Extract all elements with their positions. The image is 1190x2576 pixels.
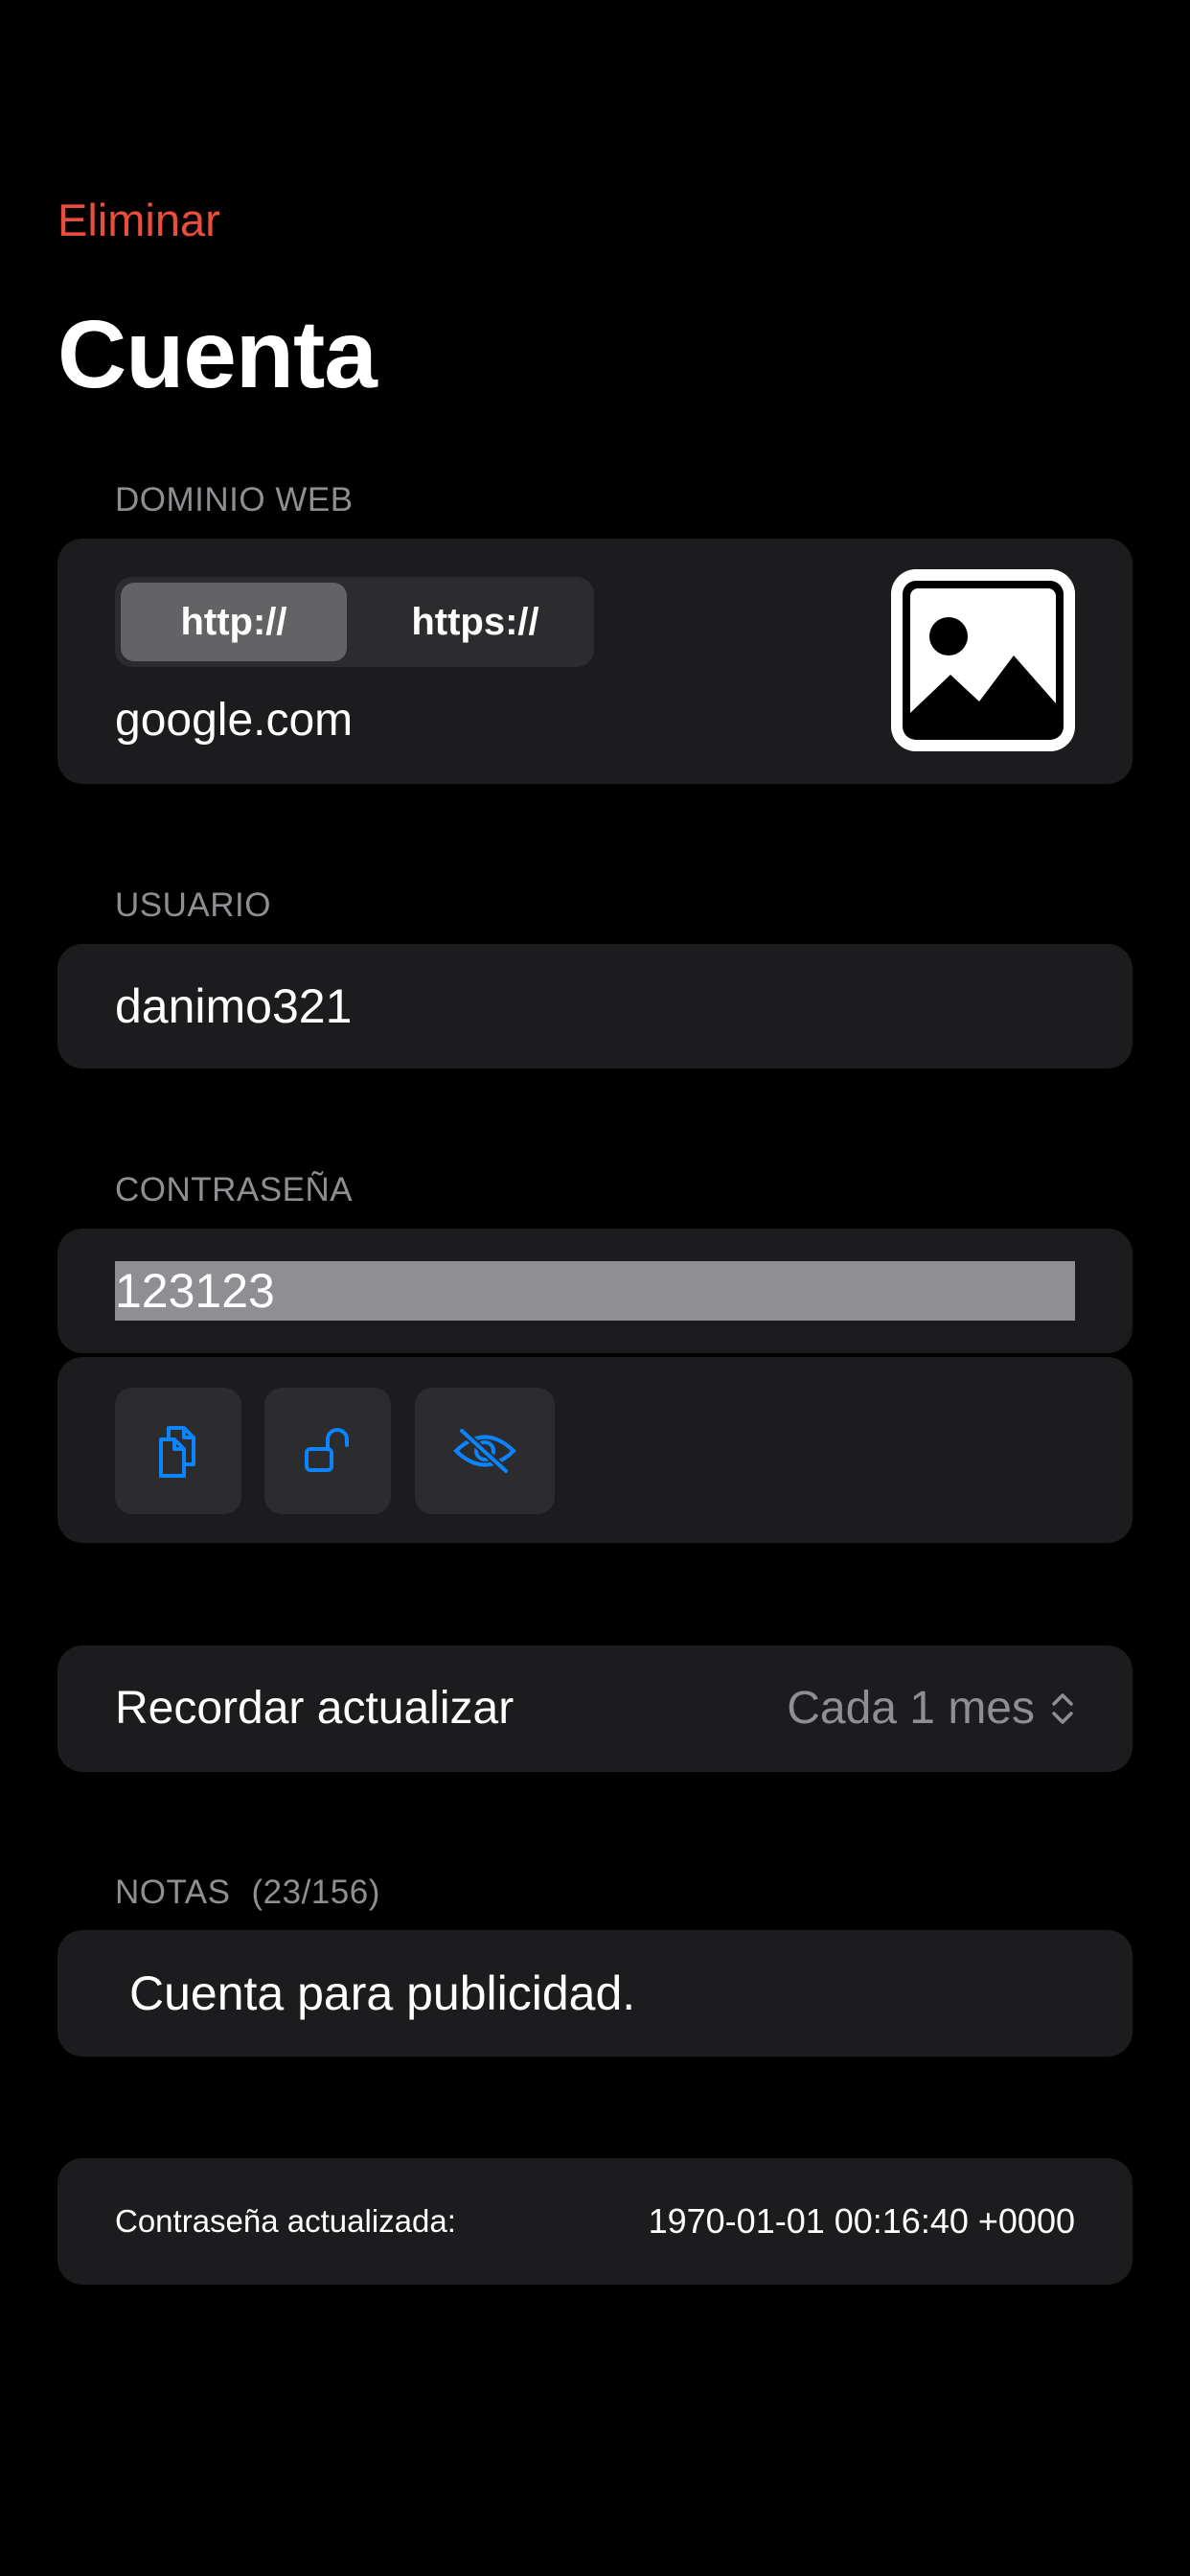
updated-label: Contraseña actualizada: (115, 2203, 456, 2239)
photo-placeholder-icon[interactable] (891, 569, 1075, 751)
domain-section-label: DOMINIO WEB (115, 481, 354, 518)
domain-card: http:// https:// google.com (57, 539, 1133, 784)
protocol-segmented-control: http:// https:// (115, 577, 594, 667)
copy-password-button[interactable] (115, 1388, 241, 1514)
delete-button[interactable]: Eliminar (57, 192, 220, 249)
reminder-value: Cada 1 mes (787, 1683, 1035, 1734)
user-section-label: USUARIO (115, 886, 271, 924)
protocol-http-segment[interactable]: http:// (121, 583, 347, 661)
toggle-visibility-button[interactable] (415, 1388, 555, 1514)
notes-field[interactable]: Cuenta para publicidad. (129, 1963, 635, 2024)
domain-input[interactable]: google.com (115, 690, 353, 751)
notes-section-header: NOTAS (23/156) (115, 1872, 380, 1914)
page-title: Cuenta (57, 301, 378, 408)
user-card: danimo321 (57, 944, 1133, 1069)
username-field[interactable]: danimo321 (115, 976, 352, 1037)
copy-documents-icon (159, 1426, 195, 1478)
reminder-card[interactable]: Recordar actualizar Cada 1 mes (57, 1645, 1133, 1772)
password-actions-card (57, 1357, 1133, 1543)
updated-card: Contraseña actualizada: 1970-01-01 00:16… (57, 2158, 1133, 2285)
reminder-label: Recordar actualizar (115, 1683, 515, 1734)
reminder-picker[interactable]: Cada 1 mes (787, 1678, 1075, 1739)
unlock-icon (305, 1428, 349, 1472)
chevron-up-down-icon (1052, 1693, 1073, 1724)
password-card: 123123 (57, 1229, 1133, 1353)
notes-card: Cuenta para publicidad. (57, 1930, 1133, 2057)
password-section-label: CONTRASEÑA (115, 1171, 354, 1208)
eye-slash-icon (453, 1428, 516, 1474)
protocol-https-segment[interactable]: https:// (362, 583, 588, 661)
password-field[interactable]: 123123 (115, 1261, 275, 1321)
notes-counter: (23/156) (251, 1874, 380, 1911)
notes-section-label: NOTAS (115, 1874, 231, 1911)
updated-timestamp: 1970-01-01 00:16:40 +0000 (648, 2201, 1075, 2241)
unlock-button[interactable] (264, 1388, 391, 1514)
